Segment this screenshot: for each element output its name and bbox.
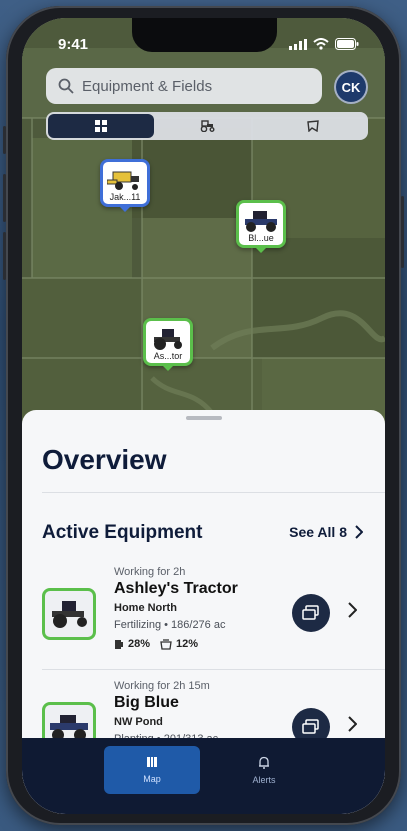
tab-bar: Map Alerts <box>22 738 385 814</box>
equipment-name: Ashley's Tractor <box>114 580 238 597</box>
signal-icon <box>289 38 307 50</box>
pin-label: As...tor <box>153 351 183 361</box>
tab-label: Alerts <box>252 774 276 785</box>
chevron-right-icon[interactable] <box>348 716 357 732</box>
pin-label: Jak...11 <box>109 192 141 202</box>
bell-icon <box>259 756 269 769</box>
field-icon <box>307 120 319 132</box>
volume-up-button <box>3 174 6 222</box>
divider <box>42 492 385 493</box>
search-placeholder: Equipment & Fields <box>82 77 213 95</box>
view-option-grid[interactable] <box>48 114 154 138</box>
screen-icon <box>302 605 319 620</box>
map-icon <box>147 757 157 767</box>
fuel-level: 28% <box>114 638 150 650</box>
chevron-right-icon <box>355 525 363 539</box>
tractor-icon <box>52 601 87 628</box>
status-bar: 9:41 <box>22 32 385 53</box>
avatar[interactable]: CK <box>334 70 368 104</box>
equipment-thumbnail <box>42 588 96 640</box>
view-option-equipment[interactable] <box>154 114 260 138</box>
see-all-button[interactable]: See All 8 <box>289 524 363 540</box>
screen-icon <box>302 719 319 734</box>
app-screen: 9:41 Equipment & Fields CK Jak...11 Bl..… <box>22 18 385 814</box>
volume-down-button <box>3 232 6 280</box>
see-all-label: See All 8 <box>289 524 347 540</box>
pin-label: Bl...ue <box>248 233 274 243</box>
view-toggle <box>46 112 368 140</box>
status-time: 9:41 <box>58 36 89 53</box>
battery-icon <box>335 38 359 50</box>
tractor-icon <box>245 211 277 232</box>
section-title: Active Equipment <box>42 522 203 543</box>
equipment-status: Working for 2h 15m <box>114 680 210 692</box>
map-pin-big-blue[interactable]: Bl...ue <box>236 200 286 253</box>
tank-icon <box>160 638 172 650</box>
tab-label: Map <box>143 774 161 784</box>
search-bar[interactable]: Equipment & Fields <box>46 68 322 104</box>
equipment-card[interactable]: Working for 2h Ashley's Tractor Home Nor… <box>22 558 385 668</box>
sheet-grabber[interactable] <box>186 416 222 420</box>
equipment-field: NW Pond <box>114 716 163 728</box>
equipment-task: Fertilizing • 186/276 ac <box>114 619 226 631</box>
remote-display-button[interactable] <box>292 594 330 632</box>
search-icon <box>58 78 74 94</box>
equipment-field: Home North <box>114 602 177 614</box>
tractor-icon <box>154 329 182 350</box>
fuel-icon <box>115 639 123 649</box>
tractor-icon <box>200 120 215 132</box>
wifi-icon <box>313 38 329 50</box>
tab-alerts[interactable]: Alerts <box>216 746 312 794</box>
map-pin-ashleys-tractor[interactable]: As...tor <box>143 318 193 371</box>
tab-map[interactable]: Map <box>104 746 200 794</box>
combine-icon <box>107 171 139 190</box>
grid-icon <box>95 120 107 132</box>
view-option-fields[interactable] <box>260 114 366 138</box>
divider <box>42 669 385 670</box>
power-button <box>401 196 404 268</box>
equipment-name: Big Blue <box>114 694 179 711</box>
tank-level: 12% <box>160 638 198 650</box>
chevron-right-icon[interactable] <box>348 602 357 618</box>
side-button <box>3 126 6 154</box>
map-pin-combine[interactable]: Jak...11 <box>100 159 150 212</box>
page-title: Overview <box>42 444 167 475</box>
equipment-status: Working for 2h <box>114 566 186 578</box>
